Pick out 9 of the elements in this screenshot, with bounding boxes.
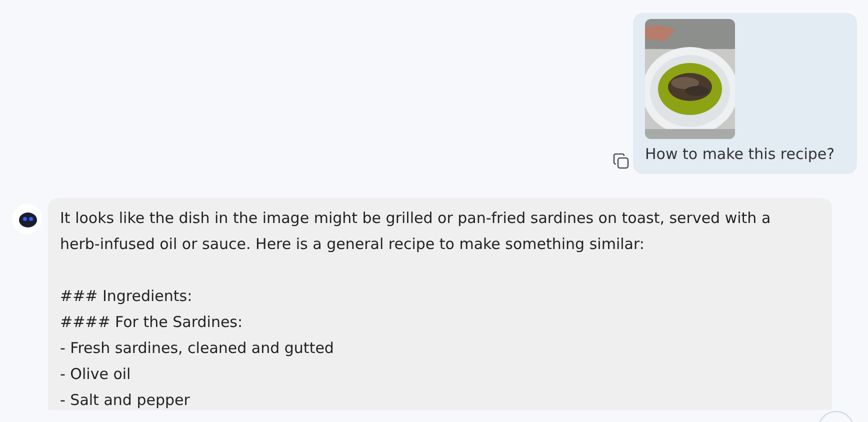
message-text: It looks like the dish in the image might be grilled or pan-fried sardines on toast, served with a herb-infused oil or sauce. Here is a general recipe to make something similar: [60,208,772,254]
robot-avatar-icon [12,204,42,234]
message-text: #### For the Sardines: [60,312,244,332]
message-text: - Salt and pepper [60,390,191,410]
copy-icon[interactable] [613,152,629,168]
message-text: - Fresh sardines, cleaned and gutted [60,338,335,358]
user-message-text: How to make this recipe? [645,144,836,165]
message-text: ### Ingredients: [60,286,194,306]
message-text: - Olive oil [60,364,132,384]
